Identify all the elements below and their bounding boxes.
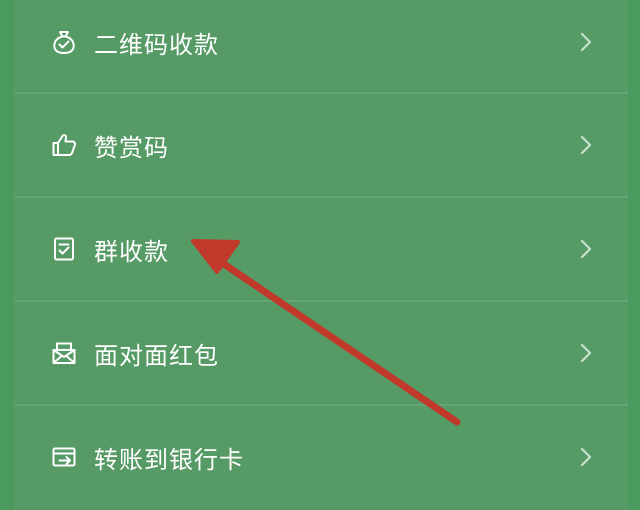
group-receipt-icon	[50, 235, 78, 263]
menu-item-label: 转账到银行卡	[94, 445, 244, 474]
chevron-right-icon	[580, 32, 592, 52]
divider	[14, 196, 628, 198]
menu-item-label: 面对面红包	[94, 341, 219, 370]
divider	[14, 404, 628, 406]
bank-transfer-icon	[50, 443, 78, 471]
screen: 二维码收款 赞赏码 群收款 面对面红包 转账到银行卡	[0, 0, 640, 510]
chevron-right-icon	[580, 239, 592, 259]
menu-item-group-receive[interactable]: 群收款	[14, 199, 628, 299]
menu-item-label: 群收款	[94, 237, 169, 266]
menu-item-transfer-to-bank-card[interactable]: 转账到银行卡	[14, 407, 628, 507]
chevron-right-icon	[580, 343, 592, 363]
menu-item-label: 赞赏码	[94, 133, 169, 162]
money-bag-icon	[50, 28, 78, 56]
menu-item-label: 二维码收款	[94, 30, 219, 59]
divider	[14, 300, 628, 302]
red-envelope-icon	[50, 339, 78, 367]
chevron-right-icon	[580, 447, 592, 467]
menu-item-qr-receive[interactable]: 二维码收款	[14, 0, 628, 92]
thumbs-up-icon	[50, 131, 78, 159]
chevron-right-icon	[580, 135, 592, 155]
menu-item-face-to-face-red-envelope[interactable]: 面对面红包	[14, 303, 628, 403]
menu-item-appreciation-code[interactable]: 赞赏码	[14, 95, 628, 195]
divider	[14, 92, 628, 94]
